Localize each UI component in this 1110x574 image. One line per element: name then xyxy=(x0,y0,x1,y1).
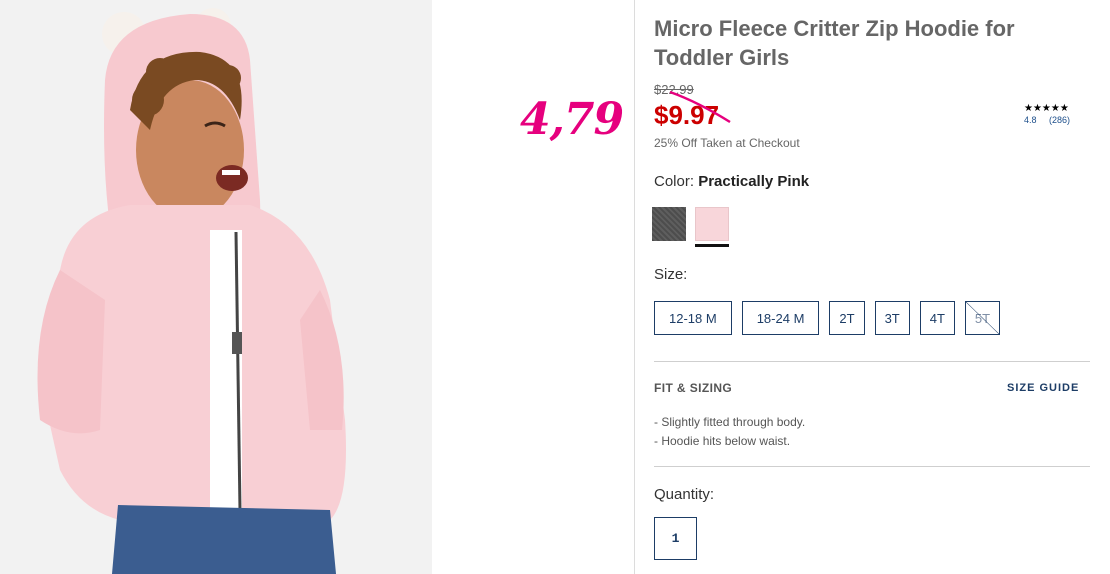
fit-note: Slightly fitted through body. xyxy=(654,413,805,432)
size-option-5t-unavailable[interactable]: 5T xyxy=(964,301,1001,335)
color-label: Color: xyxy=(654,173,695,190)
size-option-2t[interactable]: 2T xyxy=(829,301,865,335)
product-image xyxy=(0,0,432,574)
rating-summary[interactable]: ★★★★★ 4.8 (286) xyxy=(1024,103,1084,125)
handwritten-price-note: 4,79 xyxy=(520,94,624,145)
discount-note: 25% Off Taken at Checkout xyxy=(654,136,800,150)
handwritten-strike-mark xyxy=(669,90,731,124)
size-option-18-24m[interactable]: 18-24 M xyxy=(741,301,820,335)
size-option-4t[interactable]: 4T xyxy=(919,301,955,335)
review-count-link[interactable]: (286) xyxy=(1049,115,1070,125)
product-title: Micro Fleece Critter Zip Hoodie for Todd… xyxy=(654,16,1015,70)
toddler-hoodie-illustration xyxy=(0,0,432,574)
color-selection-label: Color: Practically Pink xyxy=(654,173,809,190)
star-rating-icon: ★★★★★ xyxy=(1024,103,1069,114)
size-options: 12-18 M 18-24 M 2T 3T 4T 5T xyxy=(654,301,1001,335)
fit-notes-list: Slightly fitted through body. Hoodie hit… xyxy=(654,413,805,451)
quantity-label: Quantity: xyxy=(654,486,715,503)
size-guide-link[interactable]: SIZE GUIDE xyxy=(1007,382,1079,394)
color-swatch-charcoal[interactable] xyxy=(652,207,686,241)
fit-sizing-heading: FIT & SIZING xyxy=(654,381,733,395)
selected-color-name: Practically Pink xyxy=(698,173,810,190)
color-swatch-pink[interactable] xyxy=(695,207,729,241)
divider xyxy=(654,361,1090,362)
rating-score: 4.8 xyxy=(1024,115,1037,125)
divider xyxy=(654,466,1090,467)
selected-swatch-indicator xyxy=(695,244,729,247)
column-divider xyxy=(634,0,635,574)
size-label: Size: xyxy=(654,266,688,283)
product-details-panel: Micro Fleece Critter Zip Hoodie for Todd… xyxy=(652,0,1090,574)
quantity-selector[interactable]: 1 xyxy=(654,517,697,560)
size-option-3t[interactable]: 3T xyxy=(874,301,910,335)
size-option-12-18m[interactable]: 12-18 M xyxy=(654,301,732,335)
fit-note: Hoodie hits below waist. xyxy=(654,432,805,451)
